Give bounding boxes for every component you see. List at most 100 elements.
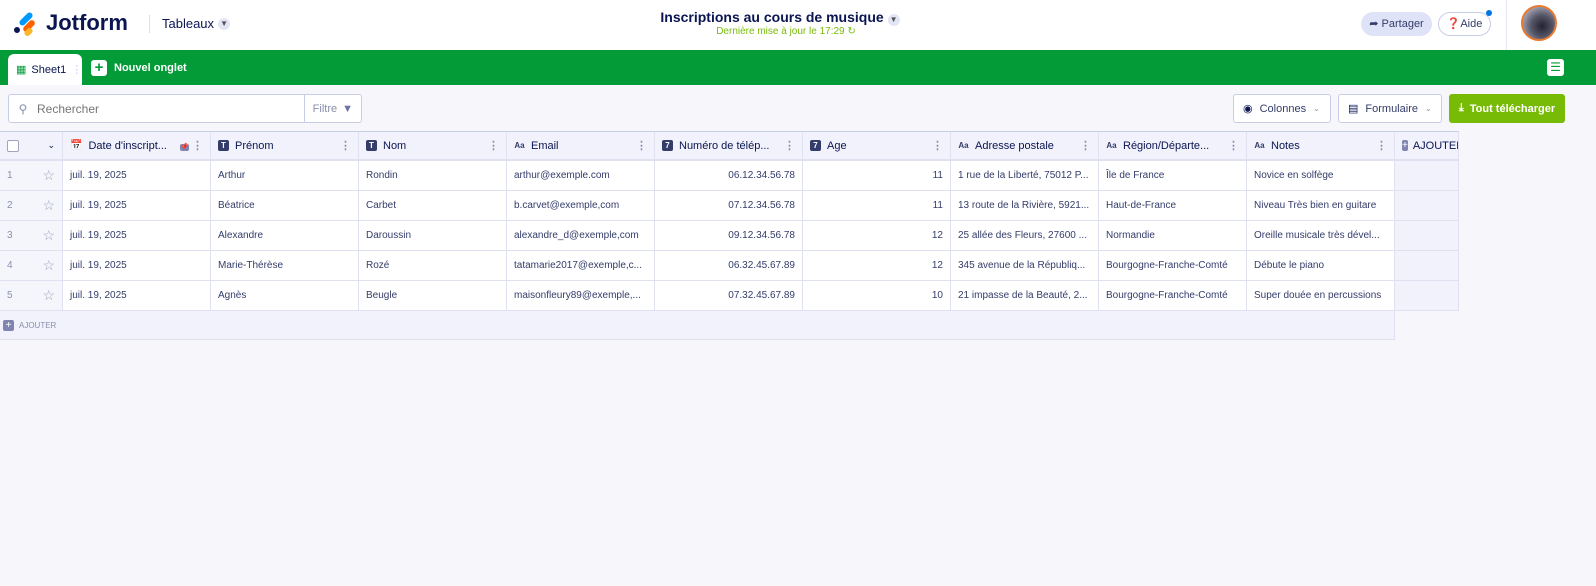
search-icon: ⚲ <box>18 101 28 116</box>
tab-sheet1[interactable]: ▦ Sheet1 ⋮ <box>8 54 82 85</box>
chevron-down-icon[interactable]: ⌄ <box>47 140 55 151</box>
drag-handle-icon[interactable]: ⋮ <box>71 63 82 76</box>
form-button[interactable]: ▤ Formulaire ⌄ <box>1338 94 1442 123</box>
table-cell[interactable]: juil. 19, 2025 <box>63 161 211 191</box>
text-type-icon: Aa <box>1254 141 1265 150</box>
more-options-icon[interactable]: ⋮ <box>1376 140 1387 152</box>
table-cell[interactable]: Niveau Très bien en guitare <box>1247 191 1395 221</box>
table-cell[interactable]: arthur@exemple.com <box>507 161 655 191</box>
search-input[interactable] <box>37 101 304 116</box>
table-cell[interactable]: Oreille musicale très dével... <box>1247 221 1395 251</box>
table-cell[interactable]: alexandre_d@exemple,com <box>507 221 655 251</box>
table-cell[interactable]: 09.12.34.56.78 <box>655 221 803 251</box>
table-cell[interactable]: 25 allée des Fleurs, 27600 ... <box>951 221 1099 251</box>
table-cell[interactable]: 11 <box>803 191 951 221</box>
table-cell[interactable]: 06.12.34.56.78 <box>655 161 803 191</box>
table-cell[interactable]: Normandie <box>1099 221 1247 251</box>
more-options-icon[interactable]: ⋮ <box>932 140 943 152</box>
table-cell[interactable]: Haut-de-France <box>1099 191 1247 221</box>
row-header: 3 ☆ <box>0 221 63 251</box>
more-options-icon[interactable]: ⋮ <box>488 140 499 152</box>
table-cell[interactable]: juil. 19, 2025 <box>63 221 211 251</box>
column-header[interactable]: T Nom ⋮ <box>359 131 507 161</box>
more-options-icon[interactable]: ⋮ <box>636 140 647 152</box>
table-cell[interactable]: Bourgogne-Franche-Comté <box>1099 281 1247 311</box>
row-number: 4 <box>7 260 13 271</box>
row-header: 2 ☆ <box>0 191 63 221</box>
star-icon[interactable]: ☆ <box>42 227 55 244</box>
star-icon[interactable]: ☆ <box>42 257 55 274</box>
download-all-button[interactable]: ⤓ Tout télécharger <box>1449 94 1565 123</box>
table-cell[interactable]: 21 impasse de la Beauté, 2... <box>951 281 1099 311</box>
table-cell[interactable]: Débute le piano <box>1247 251 1395 281</box>
more-options-icon[interactable]: ⋮ <box>1228 140 1239 152</box>
star-icon[interactable]: ☆ <box>42 287 55 304</box>
column-header[interactable]: Aa Adresse postale ⋮ <box>951 131 1099 161</box>
column-header[interactable]: Aa Email ⋮ <box>507 131 655 161</box>
table-cell[interactable]: 1 rue de la Liberté, 75012 P... <box>951 161 1099 191</box>
pin-icon[interactable]: 📌 <box>180 143 189 151</box>
more-options-icon[interactable]: ⋮ <box>340 140 351 152</box>
menu-icon[interactable]: ☰ <box>1547 59 1564 76</box>
table-cell[interactable]: Carbet <box>359 191 507 221</box>
columns-button[interactable]: ◉ Colonnes ⌄ <box>1233 94 1331 123</box>
more-options-icon[interactable]: ⋮ <box>192 140 203 152</box>
table-cell[interactable]: 06.32.45.67.89 <box>655 251 803 281</box>
filter-button[interactable]: Filtre ▼ <box>303 95 361 122</box>
add-row-area[interactable] <box>63 311 1395 340</box>
star-icon[interactable]: ☆ <box>42 197 55 214</box>
text-type-icon: Aa <box>514 141 525 150</box>
table-cell[interactable]: 10 <box>803 281 951 311</box>
table-cell[interactable]: Daroussin <box>359 221 507 251</box>
table-cell[interactable]: juil. 19, 2025 <box>63 251 211 281</box>
table-cell[interactable]: Agnès <box>211 281 359 311</box>
table-cell[interactable]: Marie-Thérèse <box>211 251 359 281</box>
column-header[interactable]: Aa Région/Départe... ⋮ <box>1099 131 1247 161</box>
add-row-button[interactable]: + AJOUTER <box>0 311 63 340</box>
table-cell[interactable]: b.carvet@exemple,com <box>507 191 655 221</box>
table-cell[interactable]: 07.12.34.56.78 <box>655 191 803 221</box>
table-cell[interactable]: Rondin <box>359 161 507 191</box>
row-number: 3 <box>7 230 13 241</box>
text-type-icon: Aa <box>1106 141 1117 150</box>
column-header[interactable]: 📅 Date d'inscript... 📌 ⋮ <box>63 131 211 161</box>
column-header[interactable]: T Prénom ⋮ <box>211 131 359 161</box>
table-cell[interactable]: Béatrice <box>211 191 359 221</box>
more-options-icon[interactable]: ⋮ <box>784 140 795 152</box>
number-icon: 7 <box>662 140 673 151</box>
column-header[interactable]: 7 Numéro de télép... ⋮ <box>655 131 803 161</box>
table-cell[interactable]: Arthur <box>211 161 359 191</box>
table-cell[interactable]: maisonfleury89@exemple,... <box>507 281 655 311</box>
table-cell[interactable]: 12 <box>803 221 951 251</box>
more-options-icon[interactable]: ⋮ <box>1080 140 1091 152</box>
page-title[interactable]: Inscriptions au cours de musique ▼ <box>0 9 1560 26</box>
table-cell[interactable]: 12 <box>803 251 951 281</box>
add-column-button[interactable]: + AJOUTER <box>1395 131 1459 161</box>
column-header[interactable]: Aa Notes ⋮ <box>1247 131 1395 161</box>
table-cell[interactable]: juil. 19, 2025 <box>63 191 211 221</box>
star-icon[interactable]: ☆ <box>42 167 55 184</box>
table-cell[interactable]: Bourgogne-Franche-Comté <box>1099 251 1247 281</box>
row-header: 1 ☆ <box>0 161 63 191</box>
table-cell[interactable]: juil. 19, 2025 <box>63 281 211 311</box>
column-header[interactable]: 7 Age ⋮ <box>803 131 951 161</box>
table-cell[interactable]: Super douée en percussions <box>1247 281 1395 311</box>
download-label: Tout télécharger <box>1469 102 1556 115</box>
select-all-checkbox[interactable] <box>7 139 19 152</box>
table-cell[interactable]: 345 avenue de la Républiq... <box>951 251 1099 281</box>
row-number: 2 <box>7 200 13 211</box>
new-tab-button[interactable]: + Nouvel onglet <box>91 60 187 76</box>
table-cell[interactable]: Beugle <box>359 281 507 311</box>
share-button[interactable]: ➦ Partager <box>1361 12 1432 36</box>
empty-cell <box>1395 191 1459 221</box>
table-cell[interactable]: 11 <box>803 161 951 191</box>
help-button[interactable]: ❓Aide <box>1438 10 1492 36</box>
avatar[interactable] <box>1521 5 1557 41</box>
table-cell[interactable]: Île de France <box>1099 161 1247 191</box>
table-cell[interactable]: Alexandre <box>211 221 359 251</box>
table-cell[interactable]: 07.32.45.67.89 <box>655 281 803 311</box>
table-cell[interactable]: tatamarie2017@exemple,c... <box>507 251 655 281</box>
table-cell[interactable]: Rozé <box>359 251 507 281</box>
table-cell[interactable]: Novice en solfège <box>1247 161 1395 191</box>
table-cell[interactable]: 13 route de la Rivière, 5921... <box>951 191 1099 221</box>
